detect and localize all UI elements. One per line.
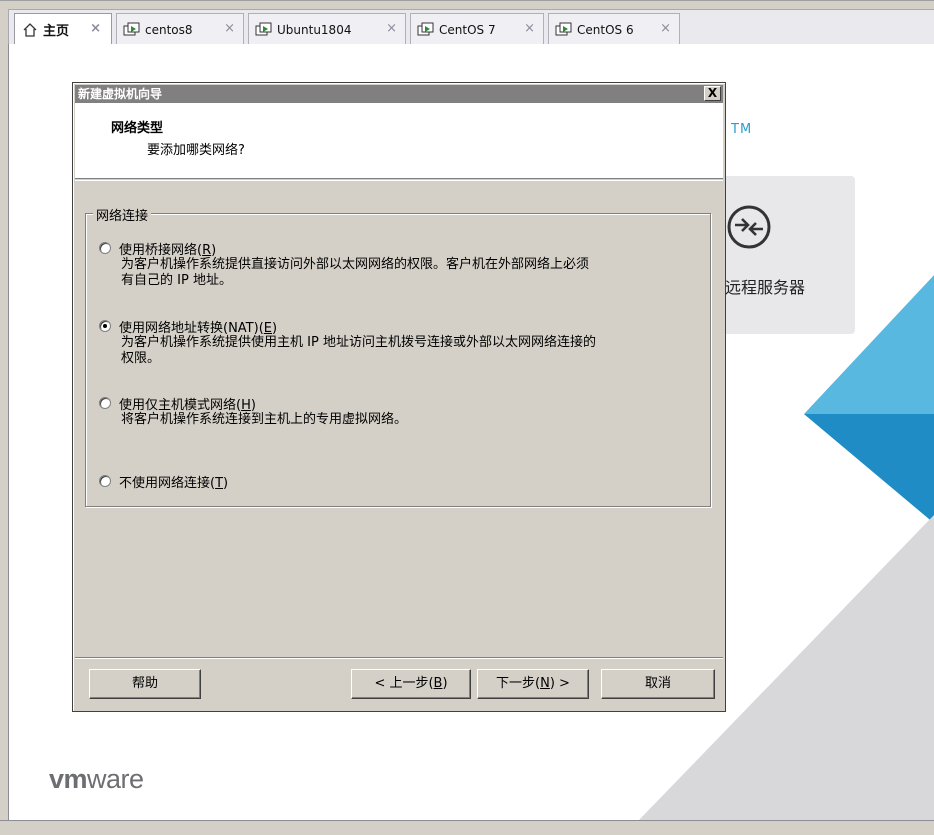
vm-icon xyxy=(255,21,273,39)
button-divider xyxy=(75,657,723,659)
host-only-radio[interactable] xyxy=(99,397,111,409)
option-bridged[interactable]: 使用桥接网络(R) 为客户机操作系统提供直接访问外部以太网网络的权限。客户机在外… xyxy=(99,239,589,289)
close-icon[interactable]: × xyxy=(224,21,235,36)
no-network-radio[interactable] xyxy=(99,475,111,487)
option-label: 使用仅主机模式网络(H) xyxy=(119,397,256,413)
close-icon[interactable]: X xyxy=(704,86,721,101)
header-divider xyxy=(75,180,723,181)
tab-label: Ubuntu1804 xyxy=(277,22,352,37)
help-button[interactable]: 帮助 xyxy=(89,669,201,699)
tab-centos7[interactable]: CentOS 7 × xyxy=(410,13,544,45)
dialog-title-bar: 新建虚拟机向导 X xyxy=(75,85,723,103)
tab-strip: 主页 × centos8 × Ubuntu1804 × CentOS 7 × C… xyxy=(0,0,934,45)
new-vm-wizard-dialog: 新建虚拟机向导 X 网络类型 要添加哪类网络? 网络连接 使用桥接网络(R) 为… xyxy=(72,82,726,712)
option-description: 为客户机操作系统提供使用主机 IP 地址访问主机拨号连接或外部以太网网络连接的 … xyxy=(121,335,596,366)
dialog-title: 新建虚拟机向导 xyxy=(78,87,163,101)
nat-radio[interactable] xyxy=(99,320,111,332)
trademark-text: TM xyxy=(731,122,753,137)
connect-remote-server-card[interactable] xyxy=(719,176,855,334)
bridged-radio[interactable] xyxy=(99,242,111,254)
option-nat[interactable]: 使用网络地址转换(NAT)(E) 为客户机操作系统提供使用主机 IP 地址访问主… xyxy=(99,317,596,367)
remote-server-icon xyxy=(727,205,771,249)
vmware-logo: vmware xyxy=(49,764,144,794)
close-icon[interactable]: × xyxy=(524,21,535,36)
tab-label: 主页 xyxy=(43,24,70,39)
close-icon[interactable]: × xyxy=(90,21,101,36)
tab-ubuntu1804[interactable]: Ubuntu1804 × xyxy=(248,13,406,45)
status-bar xyxy=(0,820,934,835)
option-label: 不使用网络连接(T) xyxy=(119,475,229,491)
next-button[interactable]: 下一步(N) > xyxy=(477,669,589,699)
option-description: 为客户机操作系统提供直接访问外部以太网网络的权限。客户机在外部网络上必须 有自己… xyxy=(121,257,590,288)
back-button[interactable]: < 上一步(B) xyxy=(351,669,471,699)
tab-centos6[interactable]: CentOS 6 × xyxy=(548,13,680,45)
page-subtitle: 要添加哪类网络? xyxy=(147,143,245,158)
option-host-only[interactable]: 使用仅主机模式网络(H) 将客户机操作系统连接到主机上的专用虚拟网络。 xyxy=(99,394,407,428)
tab-label: CentOS 6 xyxy=(577,22,634,37)
close-icon[interactable]: × xyxy=(660,21,671,36)
home-icon xyxy=(21,21,39,39)
vm-icon xyxy=(123,21,141,39)
tab-label: centos8 xyxy=(145,22,193,37)
close-icon[interactable]: × xyxy=(386,21,397,36)
option-label: 使用网络地址转换(NAT)(E) xyxy=(119,320,278,336)
option-description: 将客户机操作系统连接到主机上的专用虚拟网络。 xyxy=(121,412,408,427)
cancel-button[interactable]: 取消 xyxy=(601,669,715,699)
dialog-header: 网络类型 要添加哪类网络? xyxy=(75,103,723,179)
remote-server-label: 远程服务器 xyxy=(725,278,806,297)
vm-icon xyxy=(417,21,435,39)
tab-centos8[interactable]: centos8 × xyxy=(116,13,244,45)
tab-home[interactable]: 主页 × xyxy=(14,13,112,45)
option-no-network[interactable]: 不使用网络连接(T) xyxy=(99,472,229,491)
vm-icon xyxy=(555,21,573,39)
tab-label: CentOS 7 xyxy=(439,22,496,37)
option-label: 使用桥接网络(R) xyxy=(119,242,217,258)
page-title: 网络类型 xyxy=(111,121,164,136)
group-label: 网络连接 xyxy=(93,205,152,224)
